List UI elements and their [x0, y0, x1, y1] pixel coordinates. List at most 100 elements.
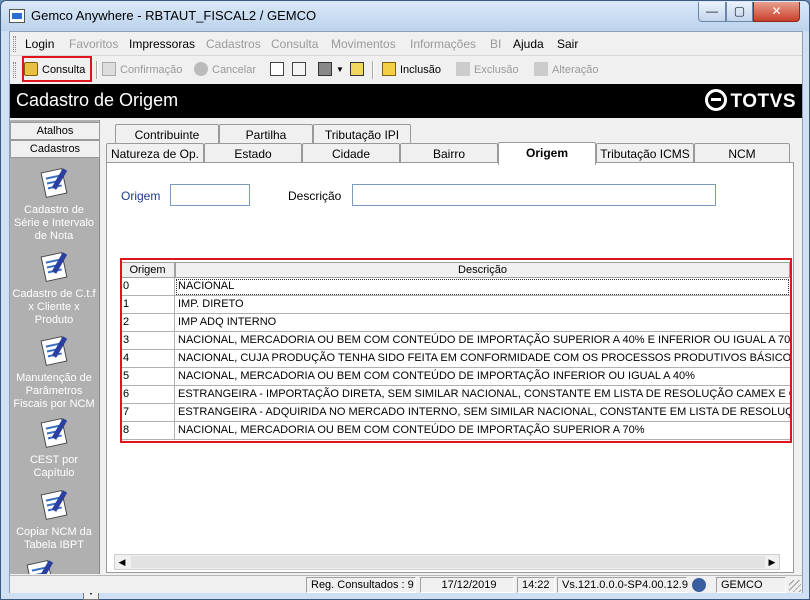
confirmacao-label: Confirmação [120, 64, 183, 76]
sidebar-item-label: Cadastro de Série e Intervalo de Nota [13, 204, 95, 242]
cancelar-label: Cancelar [212, 64, 257, 76]
tab-contribuinte[interactable]: Contribuinte [115, 124, 219, 145]
document-pen-icon [37, 334, 71, 368]
origem-input[interactable] [170, 184, 250, 206]
toolbar-separator [372, 61, 374, 79]
origem-label: Origem [121, 189, 161, 203]
menu-cadastros[interactable]: Cadastros [206, 37, 261, 51]
sidebar: Atalhos Cadastros Cadastro de Série e In… [10, 120, 100, 600]
tab-cidade[interactable]: Cidade [302, 143, 400, 164]
app-window: Gemco Anywhere - RBTAUT_FISCAL2 / GEMCO … [0, 0, 810, 600]
sidebar-item-ctf-cliente[interactable]: Cadastro de C.t.f x Cliente x Produto [10, 250, 98, 327]
header-band: Cadastro de Origem TOTVS [10, 84, 802, 118]
tab-bairro[interactable]: Bairro [400, 143, 498, 164]
sidebar-tab-cadastros[interactable]: Cadastros [10, 140, 100, 158]
scroll-right-button[interactable]: ▶ [765, 555, 779, 569]
export-button[interactable] [292, 60, 310, 80]
inclusao-button[interactable]: Inclusão [382, 60, 441, 80]
status-bar: Reg. Consultados : 9 17/12/2019 14:22 Vs… [10, 575, 802, 593]
menu-sair[interactable]: Sair [557, 37, 578, 51]
print-button[interactable] [318, 60, 336, 80]
menu-bar: Login Favoritos Impressoras Cadastros Co… [10, 32, 802, 56]
delete-icon [456, 62, 470, 76]
title-bar[interactable]: Gemco Anywhere - RBTAUT_FISCAL2 / GEMCO … [1, 1, 809, 31]
menu-favoritos[interactable]: Favoritos [69, 37, 118, 51]
sidebar-item-copiar-ncm[interactable]: Copiar NCM da Tabela IBPT [10, 488, 98, 552]
document-pen-icon [37, 166, 71, 200]
menu-bi[interactable]: BI [490, 37, 501, 51]
menu-consulta[interactable]: Consulta [271, 37, 318, 51]
tab-tributacao-ipi[interactable]: Tributação IPI [313, 124, 411, 145]
sidebar-item-label: Manutenção de Parâmetros Fiscais por NCM [13, 372, 95, 410]
totvs-logo-icon [704, 89, 727, 111]
scroll-thumb[interactable] [131, 556, 765, 568]
sidebar-item-parametros-ncm[interactable]: Manutenção de Parâmetros Fiscais por NCM [10, 334, 98, 411]
horizontal-scrollbar[interactable]: ◀ ▶ [114, 554, 780, 570]
close-button[interactable]: ✕ [753, 2, 800, 22]
sidebar-tab-atalhos[interactable]: Atalhos [10, 122, 100, 140]
confirmacao-button[interactable]: Confirmação [102, 60, 182, 80]
document-pen-icon [23, 558, 57, 574]
page-title: Cadastro de Origem [16, 90, 179, 110]
consulta-highlight-box [22, 56, 92, 82]
client-area: Login Favoritos Impressoras Cadastros Co… [9, 31, 803, 600]
alteracao-button[interactable]: Alteração [534, 60, 598, 80]
report-button[interactable] [350, 60, 368, 80]
sidebar-item-serie-intervalo[interactable]: Cadastro de Série e Intervalo de Nota [10, 166, 98, 243]
new-document-button[interactable] [270, 60, 288, 80]
panel-edge [794, 162, 802, 573]
sidebar-item-label: Copiar NCM da Tabela IBPT [16, 526, 92, 551]
sidebar-item-cest-capitulo[interactable]: CEST por Capítulo [10, 416, 98, 480]
tab-estado[interactable]: Estado [204, 143, 302, 164]
inclusao-label: Inclusão [400, 64, 441, 76]
status-time: 14:22 [517, 577, 555, 593]
menu-movimentos[interactable]: Movimentos [331, 37, 396, 51]
descricao-input[interactable] [352, 184, 716, 206]
printer-icon [318, 62, 332, 76]
export-icon [292, 62, 306, 76]
menu-informacoes[interactable]: Informações [410, 37, 476, 51]
document-pen-icon [37, 488, 71, 522]
document-icon [270, 62, 284, 76]
totvs-logo: TOTVS [704, 89, 797, 113]
sidebar-item-label: CEST por Capítulo [29, 454, 79, 479]
document-pen-icon [37, 416, 71, 450]
document-pen-icon [37, 250, 71, 284]
cancelar-button[interactable]: Cancelar [194, 60, 256, 80]
confirm-icon [102, 62, 116, 76]
menu-impressoras[interactable]: Impressoras [129, 37, 195, 51]
menu-grip [13, 36, 16, 52]
tab-tributacao-icms[interactable]: Tributação ICMS [596, 143, 694, 164]
add-icon [382, 62, 396, 76]
grid-highlight-box [120, 258, 792, 443]
status-registros: Reg. Consultados : 9 [306, 577, 416, 593]
tab-ncm[interactable]: NCM [694, 143, 790, 164]
minimize-button[interactable]: — [698, 2, 726, 22]
window-title: Gemco Anywhere - RBTAUT_FISCAL2 / GEMCO [31, 8, 317, 23]
toolbar-separator [96, 61, 98, 79]
tab-origem[interactable]: Origem [498, 142, 596, 165]
toolbar-grip [13, 62, 16, 78]
app-icon [9, 9, 25, 23]
status-user: GEMCO [716, 577, 786, 593]
tab-partilha[interactable]: Partilha [219, 124, 313, 145]
report-icon [350, 62, 364, 76]
status-version: Vs.121.0.0.0-SP4.00.12.9 [557, 577, 688, 593]
menu-ajuda[interactable]: Ajuda [513, 37, 544, 51]
totvs-logo-text: TOTVS [730, 91, 796, 112]
exclusao-button[interactable]: Exclusão [456, 60, 519, 80]
resize-grip[interactable] [789, 580, 801, 592]
status-date: 17/12/2019 [420, 577, 514, 593]
menu-login[interactable]: Login [25, 37, 54, 51]
sidebar-item-label: Cadastro de C.t.f x Cliente x Produto [12, 288, 96, 326]
exclusao-label: Exclusão [474, 64, 519, 76]
cancel-icon [194, 62, 208, 76]
tab-natureza-op[interactable]: Natureza de Op. [106, 143, 204, 164]
toolbar: Consulta Confirmação Cancelar ▼ Inclusão… [10, 57, 610, 83]
alteracao-label: Alteração [552, 64, 599, 76]
maximize-button[interactable]: ▢ [726, 2, 753, 22]
descricao-label: Descrição [288, 189, 342, 203]
print-dropdown[interactable]: ▼ [336, 60, 344, 80]
user-icon [692, 578, 706, 592]
scroll-left-button[interactable]: ◀ [115, 555, 129, 569]
